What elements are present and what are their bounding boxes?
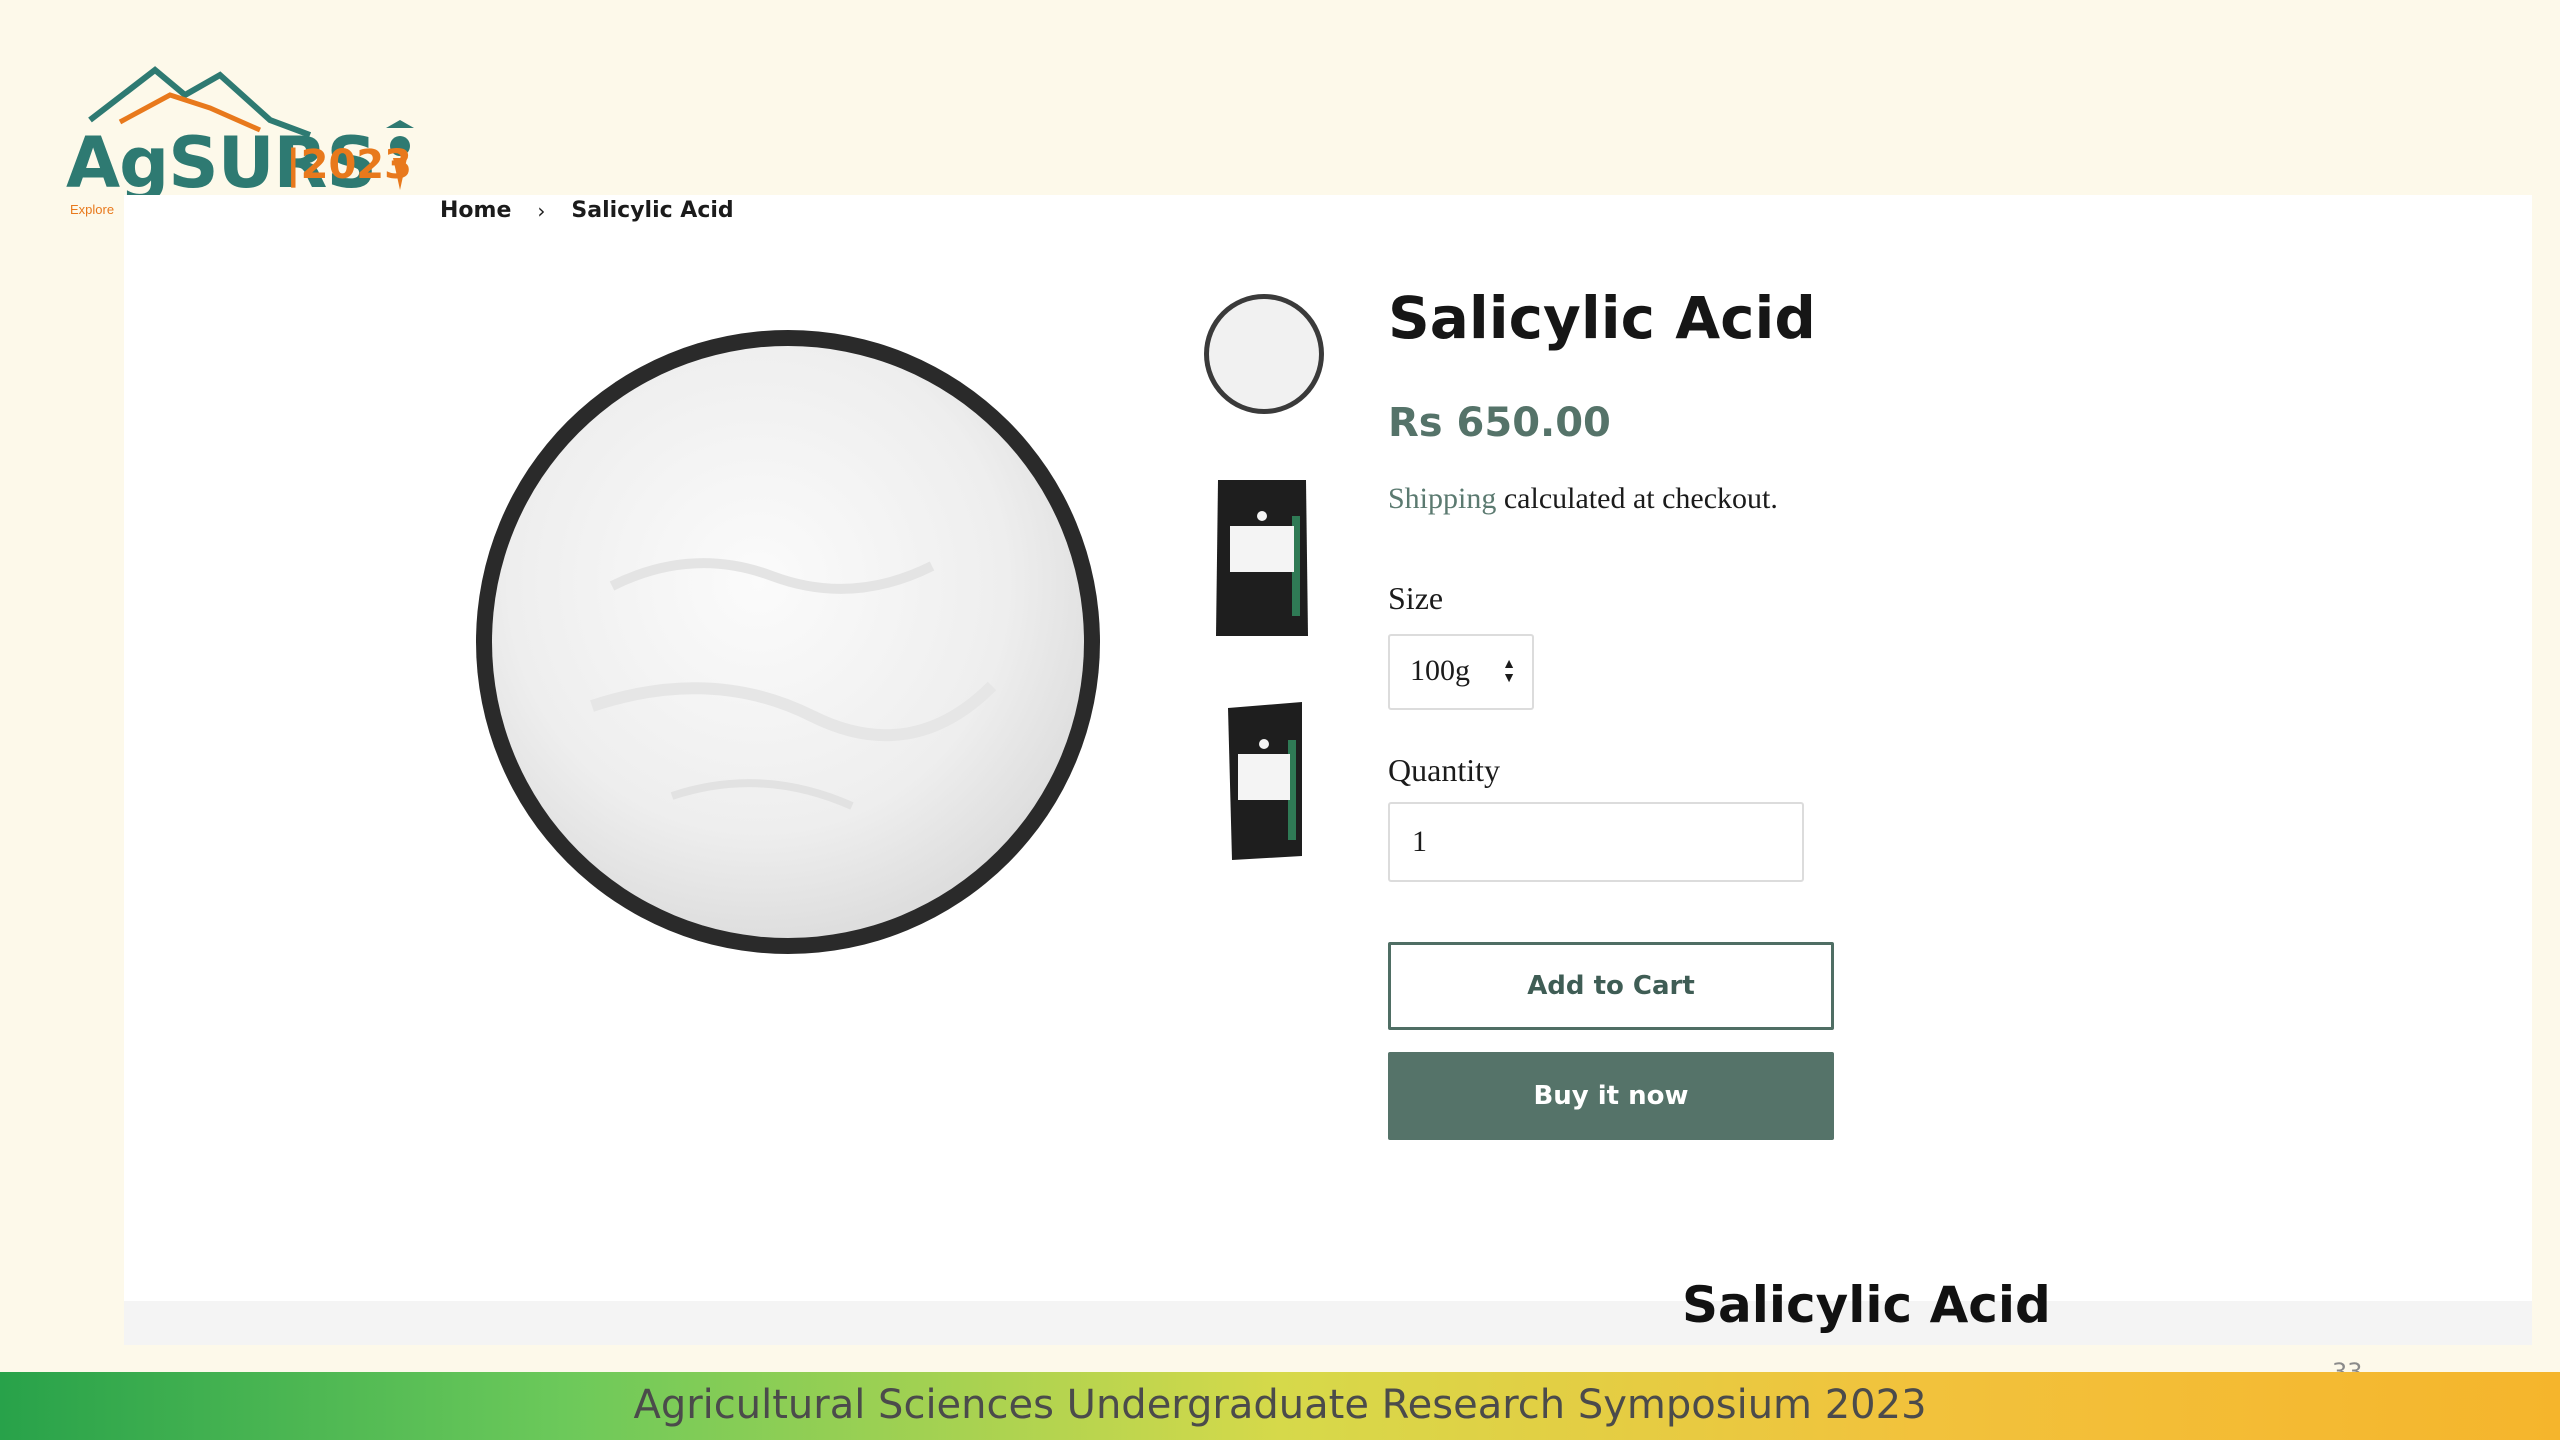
shipping-note-text: calculated at checkout. <box>1496 482 1778 515</box>
logo-year: |2023 <box>286 142 412 188</box>
breadcrumb: Home › Salicylic Acid <box>440 198 734 223</box>
footer-text: Agricultural Sciences Undergraduate Rese… <box>633 1382 1927 1428</box>
slide-caption: Salicylic Acid <box>1682 1276 2051 1334</box>
add-to-cart-button[interactable]: Add to Cart <box>1388 942 1834 1030</box>
page-bottom-strip <box>124 1301 2532 1345</box>
breadcrumb-current: Salicylic Acid <box>571 198 734 223</box>
buy-it-now-button[interactable]: Buy it now <box>1388 1052 1834 1140</box>
breadcrumb-home-link[interactable]: Home <box>440 198 511 223</box>
shipping-note: Shipping calculated at checkout. <box>1388 482 1778 516</box>
shipping-link[interactable]: Shipping <box>1388 482 1496 515</box>
product-main-image <box>476 330 1100 954</box>
slide-footer: Agricultural Sciences Undergraduate Rese… <box>0 1372 2560 1440</box>
product-title: Salicylic Acid <box>1388 284 1816 352</box>
product-price: Rs 650.00 <box>1388 400 1611 446</box>
quantity-input[interactable] <box>1388 802 1804 882</box>
breadcrumb-separator: › <box>537 198 546 223</box>
size-label: Size <box>1388 580 1444 616</box>
thumbnail-pouch-front[interactable] <box>1212 476 1312 640</box>
thumbnail-pouch-angle[interactable] <box>1224 700 1306 862</box>
size-selected-value: 100g <box>1410 654 1470 687</box>
quantity-label: Quantity <box>1388 752 1500 788</box>
logo-tagline: Explore <box>70 202 115 217</box>
size-select[interactable]: 100g ▲ ▼ <box>1388 634 1534 710</box>
thumbnail-bowl[interactable] <box>1202 292 1326 416</box>
select-arrows-icon: ▲ ▼ <box>1502 655 1516 685</box>
